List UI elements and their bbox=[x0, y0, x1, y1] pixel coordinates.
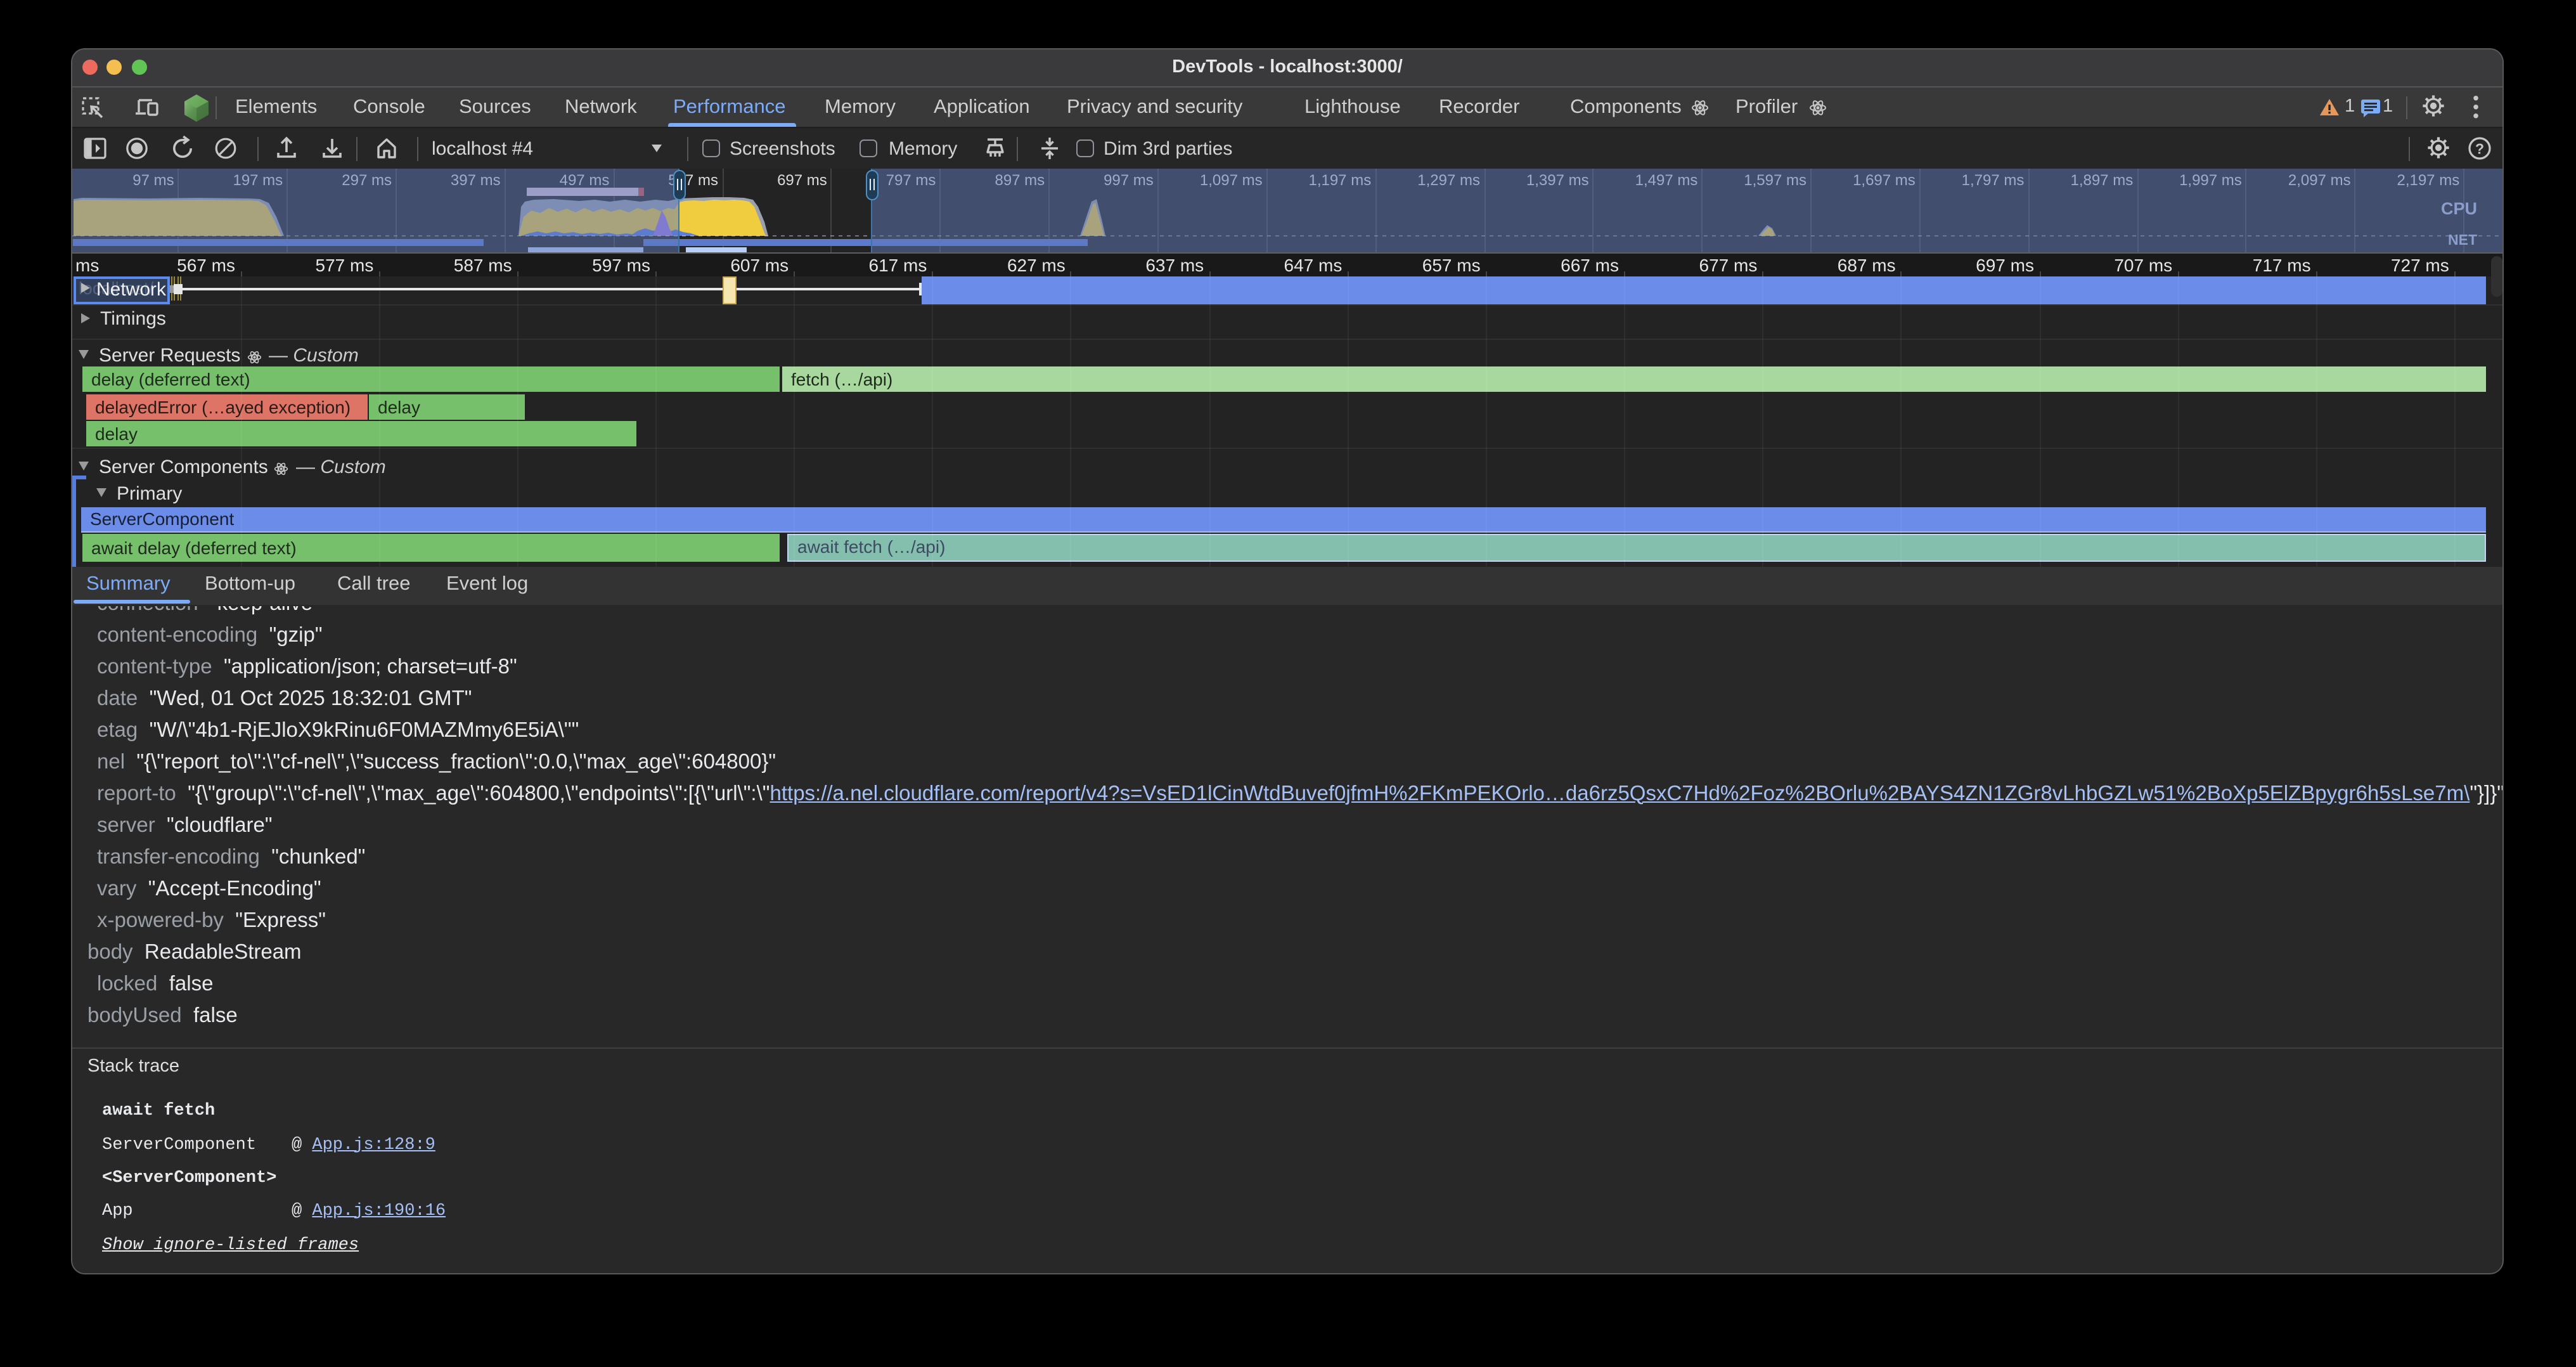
svg-text:?: ? bbox=[2475, 140, 2483, 157]
